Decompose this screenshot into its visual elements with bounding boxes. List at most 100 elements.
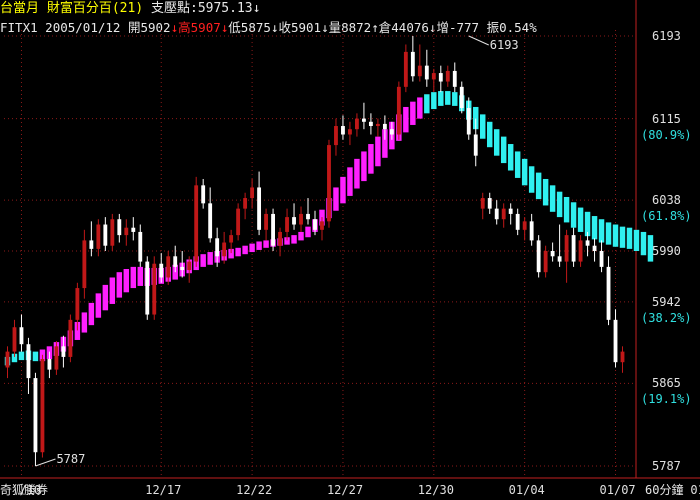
annotation-leader [35,458,56,467]
band-segment [424,94,430,114]
candle-body [257,187,262,230]
band-segment [32,351,39,362]
candle-body [68,319,73,357]
candle-body [361,118,366,122]
band-segment [431,92,437,110]
x-tick-label: 01/07 [599,483,636,497]
band-segment [619,226,626,248]
candle-body [194,185,199,262]
candle-body [445,70,450,82]
candle-body [452,70,457,87]
annotation-label: 5787 [56,452,85,466]
candle-body [438,73,443,82]
candle-body [229,235,234,243]
candle-body [382,123,387,130]
candle-body [187,261,192,271]
y-tick-label: 5990 [652,244,681,258]
band-segment [102,284,109,311]
annotation-leader [468,35,489,46]
candle-body [131,227,136,232]
band-segment [626,227,633,249]
band-segment [354,158,360,189]
band-segment [480,114,486,139]
candle-body [620,351,625,363]
x-tick-label: 12/22 [236,483,273,497]
x-tick-label: 01/12 [690,483,700,497]
candlestick-plot[interactable]: 6193 5787 [0,0,700,500]
candle-body [33,378,38,453]
candle-body [417,65,422,77]
candle-body [585,240,590,246]
y-tick-label: 6193 [652,29,681,43]
candle-body [236,208,241,236]
candle-body [54,346,59,370]
band-segment [591,216,598,240]
candle-body [355,118,359,130]
period-label: 60分鐘 [645,483,684,497]
candle-body [208,203,213,239]
candle-body [243,198,248,209]
candle-body [501,208,506,220]
band-segment [452,92,458,106]
candle-body [368,121,373,127]
band-segment [88,302,95,326]
candle-body [403,51,408,87]
band-segment [298,231,304,241]
candle-body [124,227,129,236]
band-segment [445,91,451,105]
y-tick-percent: (19.1%) [641,392,692,407]
candle-body [515,213,520,230]
band-segment [375,136,381,167]
band-segment [368,144,374,174]
candle-body [306,213,310,220]
band-segment [123,269,130,293]
x-tick-label: 12/30 [417,483,454,497]
candle-body [578,240,583,262]
band-segment [361,151,367,182]
candle-body [599,251,604,267]
band-segment [333,187,339,211]
candle-body [473,134,478,156]
band-segment [514,151,521,178]
candle-body [487,198,492,209]
candle-body [166,256,171,278]
candle-body [536,240,541,273]
candle-body [201,185,206,204]
candle-body [12,327,17,352]
y-tick-percent: (38.2%) [641,310,692,325]
candle-body [299,213,303,225]
candle-body [215,238,220,257]
band-segment [570,202,577,228]
band-segment [130,266,137,289]
source-label: 奇狐勝券 [0,483,49,497]
band-segment [633,229,640,251]
candle-body [61,346,66,357]
band-segment [305,226,311,238]
x-tick-label: 12/27 [326,483,364,497]
band-segment [640,231,647,256]
candle-body [103,224,108,246]
candle-body [529,221,534,241]
band-segment [263,240,269,248]
candle-body [96,224,101,249]
candle-body [334,126,338,146]
band-segment [577,207,584,232]
band-segment [438,91,444,106]
band-segment [410,101,416,125]
candle-body [480,198,485,209]
candle-body [508,208,513,214]
candle-body [75,288,80,320]
band-segment [200,254,206,267]
candle-body [494,208,499,220]
candle-body [431,73,436,80]
y-tick-percent: (80.9%) [641,127,692,142]
band-segment [417,97,423,119]
band-segment [486,121,493,148]
candle-body [117,219,122,236]
y-tick-label: 6038 [652,193,681,208]
chart-window: 台當月 財富百分百(21) 支壓點:5975.13↓ FITX1 2005/01… [0,0,700,500]
candle-body [564,235,569,262]
band-segment [340,176,346,204]
band-segment [605,222,612,245]
y-tick-percent: (61.8%) [641,209,692,224]
